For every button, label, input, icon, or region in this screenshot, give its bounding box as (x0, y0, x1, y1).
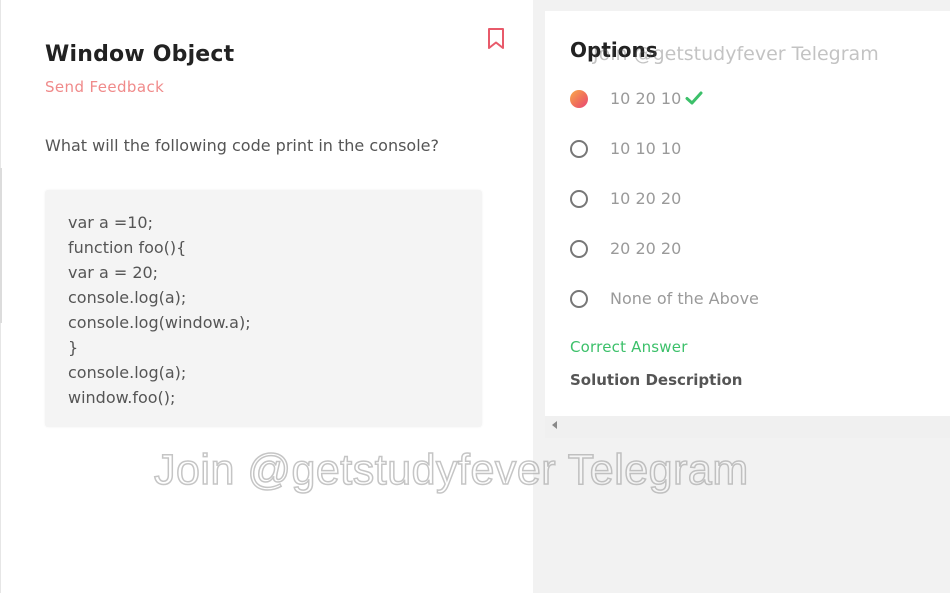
watermark-top: Join @getstudyfever Telegram (593, 43, 879, 65)
radio-button[interactable] (570, 240, 588, 258)
code-line: } (68, 338, 79, 357)
option-label: 10 20 10 (610, 89, 682, 108)
code-line: console.log(a); (68, 288, 187, 307)
watermark-center: Join @getstudyfever Telegram (153, 445, 749, 495)
code-line: function foo(){ (68, 238, 187, 257)
option-5[interactable]: None of the Above (570, 286, 930, 316)
radio-button[interactable] (570, 140, 588, 158)
horizontal-scrollbar[interactable] (545, 416, 950, 438)
option-3[interactable]: 10 20 20 (570, 186, 930, 216)
panel-edge (0, 168, 2, 323)
code-line: window.foo(); (68, 388, 176, 407)
option-label: 20 20 20 (610, 239, 682, 258)
radio-button[interactable] (570, 190, 588, 208)
send-feedback-link[interactable]: Send Feedback (45, 78, 164, 96)
code-line: var a = 20; (68, 263, 159, 282)
bookmark-icon[interactable] (486, 27, 506, 51)
question-title: Window Object (45, 42, 235, 67)
code-line: var a =10; (68, 213, 153, 232)
code-line: console.log(a); (68, 363, 187, 382)
code-block: var a =10; function foo(){ var a = 20; c… (45, 190, 482, 427)
check-icon (685, 90, 703, 106)
correct-answer-label: Correct Answer (570, 338, 688, 356)
radio-selected[interactable] (570, 90, 588, 108)
option-label: None of the Above (610, 289, 759, 308)
option-label: 10 20 20 (610, 189, 682, 208)
option-4[interactable]: 20 20 20 (570, 236, 930, 266)
option-2[interactable]: 10 10 10 (570, 136, 930, 166)
option-label: 10 10 10 (610, 139, 682, 158)
code-line: console.log(window.a); (68, 313, 251, 332)
question-prompt: What will the following code print in th… (45, 136, 439, 155)
solution-description-heading: Solution Description (570, 371, 743, 389)
code-lines: var a =10; function foo(){ var a = 20; c… (68, 210, 251, 410)
radio-button[interactable] (570, 290, 588, 308)
chevron-left-icon[interactable] (552, 421, 557, 429)
option-1[interactable]: 10 20 10 (570, 86, 930, 116)
